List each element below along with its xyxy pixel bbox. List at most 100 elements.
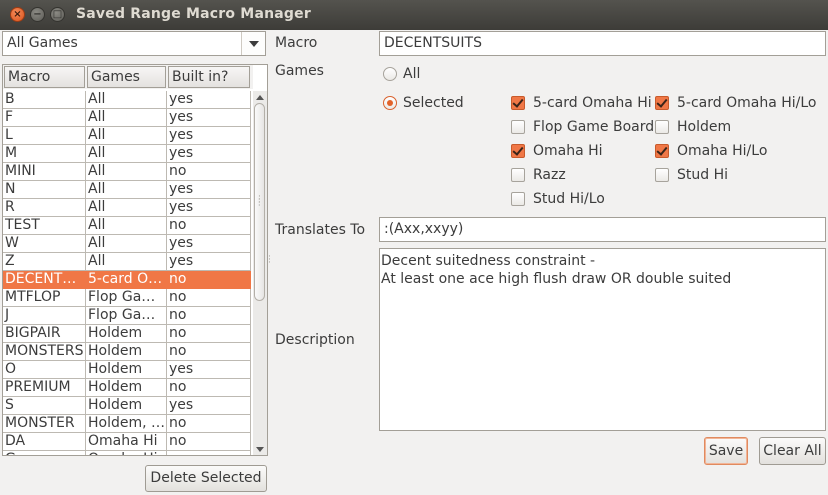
minimize-icon[interactable]: −	[30, 7, 45, 22]
radio-all-games[interactable]	[383, 67, 397, 81]
cell-games: Omaha Hi	[86, 451, 167, 455]
cell-macro: O	[3, 361, 86, 379]
delete-selected-button[interactable]: Delete Selected	[145, 465, 267, 492]
cell-games: 5-card Omaha Hi	[86, 271, 167, 289]
cell-macro: DECENTSUITS	[3, 271, 86, 289]
cell-built-in: no	[167, 289, 251, 307]
close-icon[interactable]: ×	[10, 7, 25, 22]
table-row[interactable]: Z All yes	[3, 253, 251, 271]
cell-macro: DA	[3, 433, 86, 451]
cell-games: All	[86, 235, 167, 253]
table-row[interactable]: GOmaha Hino	[3, 451, 251, 455]
table-row[interactable]: R All yes	[3, 199, 251, 217]
table-row[interactable]: F All yes	[3, 109, 251, 127]
cell-macro: MONSTER	[3, 415, 86, 433]
cell-built-in: yes	[167, 127, 251, 145]
cell-games: All	[86, 127, 167, 145]
table-row[interactable]: S Holdem yes	[3, 397, 251, 415]
checkbox-omaha-hi[interactable]	[511, 144, 525, 158]
table-row[interactable]: M All yes	[3, 145, 251, 163]
cell-macro: BIGPAIR	[3, 325, 86, 343]
column-header-built-in[interactable]: Built in?	[168, 66, 250, 88]
pane-splitter-grip[interactable]: · · ·	[268, 253, 271, 268]
cell-games: Flop Game Board	[86, 307, 167, 325]
table-row[interactable]: O Holdem yes	[3, 361, 251, 379]
column-header-games[interactable]: Games	[87, 66, 166, 88]
checkbox-stud-hi-lo[interactable]	[511, 192, 525, 206]
cell-games: Holdem, Omaha	[86, 415, 167, 433]
macro-label: Macro	[275, 35, 318, 51]
cell-macro: MINI	[3, 163, 86, 181]
cell-games: Flop Game Board	[86, 289, 167, 307]
cell-games: Holdem	[86, 397, 167, 415]
table-row[interactable]: MONSTERS Holdem no	[3, 343, 251, 361]
checkbox-stud-hi[interactable]	[655, 168, 669, 182]
translates-to-label: Translates To	[275, 222, 366, 238]
cell-macro: N	[3, 181, 86, 199]
checkbox-label: Razz	[533, 167, 566, 183]
table-row[interactable]: MONSTERHoldem, Omahano	[3, 415, 251, 433]
column-header-macro[interactable]: Macro	[4, 66, 85, 88]
table-row[interactable]: N All yes	[3, 181, 251, 199]
checkbox-label: Holdem	[677, 119, 732, 135]
game-filter-value: All Games	[7, 35, 78, 51]
cell-built-in: no	[167, 271, 251, 289]
table-row[interactable]: BIGPAIR Holdem no	[3, 325, 251, 343]
table-row[interactable]: MINI All no	[3, 163, 251, 181]
dropdown-button[interactable]	[241, 32, 265, 55]
scroll-down-icon[interactable]	[256, 447, 264, 452]
game-filter-select[interactable]: All Games	[2, 31, 266, 56]
cell-games: Holdem	[86, 343, 167, 361]
radio-all-label: All	[403, 66, 421, 82]
description-textarea[interactable]: Decent suitedness constraint - At least …	[379, 248, 826, 431]
cell-macro: TEST	[3, 217, 86, 235]
table-row[interactable]: JFlop Game Boardno	[3, 307, 251, 325]
table-row[interactable]: W All yes	[3, 235, 251, 253]
cell-macro: W	[3, 235, 86, 253]
cell-built-in: no	[167, 325, 251, 343]
checkbox-5-card-omaha-hi[interactable]	[511, 96, 525, 110]
scroll-up-icon[interactable]	[256, 95, 264, 100]
table-row[interactable]: PREMIUM Holdem no	[3, 379, 251, 397]
cell-games: All	[86, 181, 167, 199]
checkbox-holdem[interactable]	[655, 120, 669, 134]
cell-built-in: no	[167, 343, 251, 361]
cell-games: All	[86, 199, 167, 217]
cell-macro: MONSTERS	[3, 343, 86, 361]
cell-games: All	[86, 109, 167, 127]
cell-built-in: yes	[167, 109, 251, 127]
cell-macro: L	[3, 127, 86, 145]
checkbox-razz[interactable]	[511, 168, 525, 182]
checkbox-label: 5-card Omaha Hi/Lo	[677, 95, 817, 111]
cell-built-in: no	[167, 433, 251, 451]
macro-name-input[interactable]: DECENTSUITS	[379, 31, 826, 56]
description-label: Description	[275, 332, 355, 348]
cell-macro: PREMIUM	[3, 379, 86, 397]
cell-built-in: no	[167, 415, 251, 433]
cell-built-in: no	[167, 163, 251, 181]
cell-macro: J	[3, 307, 86, 325]
translates-to-input[interactable]: :(Axx,xxyy)	[379, 217, 826, 242]
table-row[interactable]: DA Omaha Hi no	[3, 433, 251, 451]
cell-built-in: no	[167, 451, 251, 455]
table-splitter-grip[interactable]: · · ·	[258, 193, 261, 208]
save-button[interactable]: Save	[704, 437, 748, 465]
cell-macro: Z	[3, 253, 86, 271]
table-scrollbar[interactable]: · · ·	[253, 91, 267, 455]
maximize-icon[interactable]: □	[50, 7, 65, 22]
clear-all-button[interactable]: Clear All	[759, 437, 826, 465]
table-row[interactable]: MTFLOPFlop Game Boardno	[3, 289, 251, 307]
checkbox-5-card-omaha-hi-lo[interactable]	[655, 96, 669, 110]
table-row[interactable]: B All yes	[3, 91, 251, 109]
table-row[interactable]: L All yes	[3, 127, 251, 145]
checkbox-flop-game-board[interactable]	[511, 120, 525, 134]
table-row[interactable]: DECENTSUITS5-card Omaha Hino	[3, 271, 251, 289]
cell-macro: R	[3, 199, 86, 217]
description-line: At least one ace high flush draw OR doub…	[381, 271, 732, 287]
table-row[interactable]: TEST All no	[3, 217, 251, 235]
checkbox-omaha-hi-lo[interactable]	[655, 144, 669, 158]
cell-built-in: yes	[167, 91, 251, 109]
cell-games: All	[86, 217, 167, 235]
radio-selected-games[interactable]	[383, 96, 397, 110]
cell-macro: M	[3, 145, 86, 163]
